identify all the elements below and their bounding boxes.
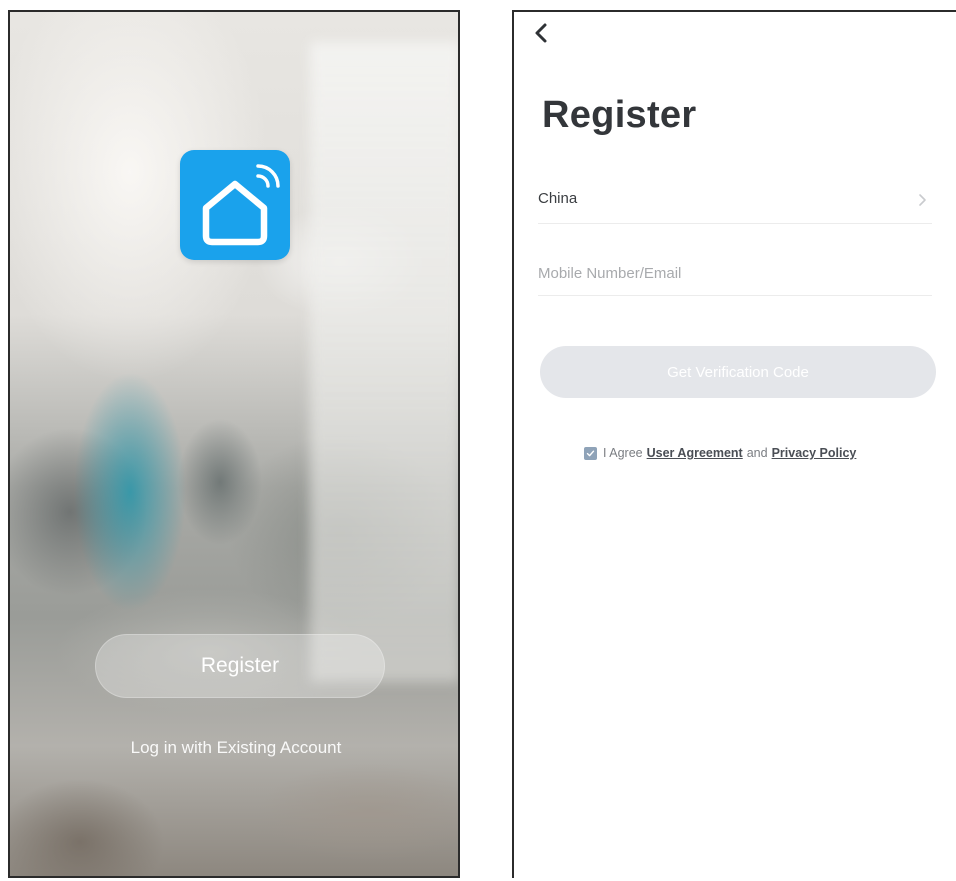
screenshot-canvas: Register Log in with Existing Account Re…: [0, 0, 956, 881]
register-screen: Register China Get Verification Code I A…: [512, 10, 956, 878]
agreement-row: I Agree User Agreement and Privacy Polic…: [584, 446, 856, 460]
smart-home-icon: [180, 150, 290, 260]
country-selector[interactable]: China: [538, 180, 932, 224]
agreement-and: and: [746, 446, 768, 460]
agreement-checkbox[interactable]: [584, 446, 597, 460]
page-title: Register: [542, 94, 697, 136]
chevron-right-icon: [919, 194, 926, 206]
back-button[interactable]: [530, 18, 554, 48]
mobile-email-input[interactable]: [538, 252, 932, 296]
chevron-left-icon: [535, 23, 547, 43]
check-icon: [586, 450, 595, 456]
get-verification-code-button[interactable]: Get Verification Code: [540, 346, 936, 398]
privacy-policy-link[interactable]: Privacy Policy: [772, 446, 857, 460]
register-button[interactable]: Register: [95, 634, 385, 698]
user-agreement-link[interactable]: User Agreement: [647, 446, 743, 460]
agreement-prefix: I Agree: [603, 446, 643, 460]
login-existing-account-link[interactable]: Log in with Existing Account: [10, 738, 458, 758]
background-photo-highlight: [310, 42, 458, 682]
country-value: China: [538, 190, 578, 207]
welcome-screen: Register Log in with Existing Account: [8, 10, 460, 878]
